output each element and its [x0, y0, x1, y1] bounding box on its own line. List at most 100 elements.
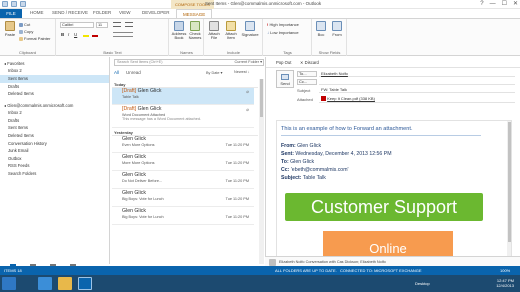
send-button[interactable]: Send: [276, 70, 294, 88]
message-body[interactable]: This is an example of how to Forward an …: [276, 120, 512, 264]
tags-group-label: Tags: [283, 50, 292, 55]
numbering-icon[interactable]: [125, 22, 133, 27]
check-names-button[interactable]: Check Names: [187, 21, 203, 40]
envelope-icon: [226, 21, 236, 31]
folder-outbox[interactable]: Outbox: [0, 155, 109, 163]
paste-button[interactable]: Paste: [3, 21, 17, 37]
scrollbar-thumb[interactable]: [260, 79, 263, 117]
favorite-deleted-items[interactable]: Deleted Items: [0, 90, 109, 98]
file-explorer-icon[interactable]: [58, 277, 72, 290]
zoom-level[interactable]: 100%: [500, 268, 510, 273]
to-recipient[interactable]: Elizabeth Nolfo: [321, 71, 348, 76]
tab-home[interactable]: HOME: [30, 10, 44, 15]
draft-tag: [Draft]: [122, 88, 137, 94]
cc-field[interactable]: [319, 79, 515, 85]
discard-button[interactable]: ✕ Discard: [300, 60, 319, 65]
desktop-toolbar[interactable]: Desktop: [415, 281, 430, 286]
folder-search-folders[interactable]: Search Folders: [0, 170, 109, 178]
to-label: To:: [281, 159, 289, 165]
list-item[interactable]: Glen Glick Even More Options Tue 11:20 P…: [112, 136, 254, 153]
send-receive-icon[interactable]: [11, 1, 17, 7]
help-icon[interactable]: ?: [480, 1, 483, 7]
format-painter-button[interactable]: Format Painter: [19, 36, 50, 41]
attachment-field[interactable]: Keep It Clean.pdf (338 KB): [319, 95, 515, 103]
bcc-button[interactable]: Bcc: [314, 21, 328, 37]
pop-out-button[interactable]: Pop Out: [276, 60, 291, 65]
list-item[interactable]: [Draft] Glen Glick Table Talk ⌀: [112, 88, 254, 105]
folder-conversation-history[interactable]: Conversation History: [0, 140, 109, 148]
folder-deleted-items[interactable]: Deleted Items: [0, 132, 109, 140]
message-list-scrollbar[interactable]: [259, 79, 264, 264]
attachment-name[interactable]: Keep It Clean.pdf (338 KB): [327, 96, 375, 101]
taskbar-clock[interactable]: 12:47 PM 12/4/2013: [496, 278, 514, 288]
tab-file[interactable]: FILE: [0, 9, 22, 18]
sort-by-dropdown[interactable]: By Date ▾: [206, 70, 222, 75]
quick-access-toolbar: [2, 1, 26, 7]
to-button[interactable]: To...: [297, 71, 317, 77]
favorite-sent-items[interactable]: Sent Items: [0, 74, 109, 83]
search-scope-dropdown[interactable]: Current Folder ▾: [235, 60, 262, 65]
tab-message[interactable]: MESSAGE: [176, 9, 213, 18]
tab-folder[interactable]: FOLDER: [93, 10, 111, 15]
bullets-icon[interactable]: [113, 22, 121, 27]
window-controls: ? — ☐ ✕: [480, 1, 518, 7]
windows-start-icon[interactable]: [2, 277, 16, 290]
address-book-button[interactable]: Address Book: [171, 21, 187, 40]
internet-explorer-icon[interactable]: [38, 277, 52, 290]
tab-developer[interactable]: DEVELOPER: [142, 10, 170, 15]
list-item[interactable]: Glen Glick Big Boys: Vote for Lunch Tue …: [112, 208, 254, 225]
to-field[interactable]: Elizabeth Nolfo: [319, 71, 515, 77]
address-book-label: Address Book: [171, 31, 187, 40]
group-header-yesterday[interactable]: Yesterday: [112, 129, 258, 136]
group-header-today[interactable]: Today: [112, 81, 258, 88]
favorites-header[interactable]: ◂ Favorites: [0, 60, 109, 67]
font-size-box[interactable]: 11: [96, 22, 108, 28]
list-item[interactable]: Glen Glick More More Options Tue 11:20 P…: [112, 154, 254, 171]
copy-button[interactable]: Copy: [19, 29, 33, 34]
highlight-icon[interactable]: [83, 32, 89, 37]
folder-inbox[interactable]: Inbox 2: [0, 109, 109, 117]
outlook-taskbar-icon[interactable]: [78, 277, 92, 290]
list-item[interactable]: [Draft] Glen Glick Word Document Attache…: [112, 106, 254, 128]
low-importance-button[interactable]: ↓ Low Importance: [267, 30, 299, 35]
folder-junk-email[interactable]: Junk Email: [0, 147, 109, 155]
filter-unread[interactable]: Unread: [126, 70, 141, 75]
bold-button[interactable]: B: [61, 32, 64, 37]
underline-button[interactable]: U: [74, 32, 77, 37]
close-icon[interactable]: ✕: [513, 1, 518, 7]
favorite-inbox[interactable]: Inbox 2: [0, 67, 109, 75]
names-group-label: Names: [180, 50, 193, 55]
filter-all[interactable]: All: [114, 70, 119, 75]
tab-send-receive[interactable]: SEND / RECEIVE: [52, 10, 88, 15]
body-intro-text: This is an example of how to Forward an …: [281, 126, 413, 132]
search-input[interactable]: Search Sent Items (Ctrl+E) Current Folde…: [114, 59, 264, 66]
font-name-box[interactable]: Calibri: [60, 22, 94, 28]
sort-order-toggle[interactable]: Newest ↓: [234, 70, 250, 74]
favorite-drafts[interactable]: Drafts: [0, 83, 109, 91]
body-scrollbar[interactable]: [507, 121, 511, 263]
list-item[interactable]: Glen Glick Do Not Deliver Before... Tue …: [112, 172, 254, 189]
account-header[interactable]: ◂ Glen@commalmis.onmicrosoft.com: [0, 102, 109, 109]
tab-view[interactable]: VIEW: [119, 10, 131, 15]
font-color-icon[interactable]: [92, 32, 98, 37]
italic-button[interactable]: I: [68, 32, 69, 37]
maximize-icon[interactable]: ☐: [502, 1, 507, 7]
high-importance-button[interactable]: ! High Importance: [267, 22, 299, 27]
cc-button[interactable]: Cc...: [297, 79, 317, 85]
from-button[interactable]: From: [330, 21, 344, 37]
undo-icon[interactable]: [20, 1, 26, 7]
list-item[interactable]: Glen Glick Big Boys: Vote for Lunch Tue …: [112, 190, 254, 207]
scrollbar-thumb[interactable]: [507, 122, 511, 242]
align-icons[interactable]: [113, 32, 133, 37]
cc-value: 'ebeth@commalmis.com': [290, 167, 349, 173]
signature-button[interactable]: Signature: [240, 21, 260, 37]
subject-field[interactable]: FW: Table Talk: [319, 87, 515, 93]
cut-button[interactable]: Cut: [19, 22, 30, 27]
folder-drafts[interactable]: Drafts: [0, 117, 109, 125]
folder-rss-feeds[interactable]: RSS Feeds: [0, 162, 109, 170]
minimize-icon[interactable]: —: [490, 1, 496, 7]
attach-item-button[interactable]: Attach Item: [223, 21, 239, 40]
attach-file-button[interactable]: Attach File: [206, 21, 222, 40]
attach-file-label: Attach File: [208, 31, 220, 40]
folder-sent-items[interactable]: Sent Items: [0, 124, 109, 132]
